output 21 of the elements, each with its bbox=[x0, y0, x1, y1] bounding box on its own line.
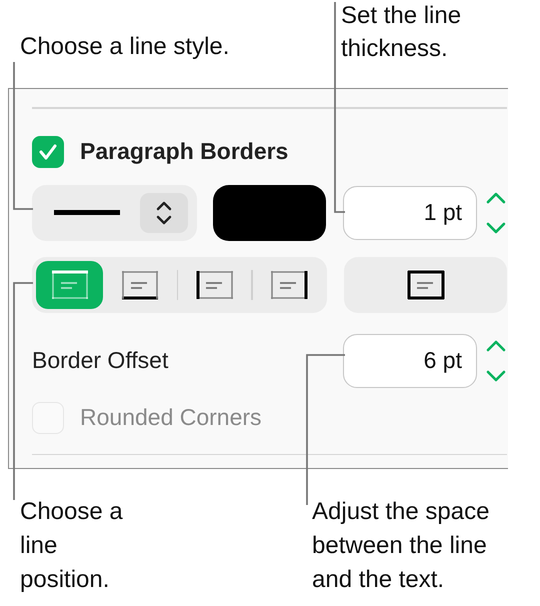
outline-button[interactable] bbox=[344, 256, 507, 312]
border-icon bbox=[270, 270, 308, 300]
checkbox[interactable] bbox=[32, 136, 64, 168]
section-title: Paragraph Borders bbox=[80, 138, 288, 165]
border-icon bbox=[196, 270, 234, 300]
border-icon bbox=[406, 270, 444, 300]
offset-label: Border Offset bbox=[32, 347, 170, 374]
chevron-updown-icon[interactable] bbox=[154, 200, 172, 226]
callout-text: Choose a line position. bbox=[20, 497, 124, 595]
callout-text: Set the line thickness. bbox=[341, 1, 462, 64]
border-icon bbox=[120, 270, 159, 300]
callout-text: Choose a line style. bbox=[20, 32, 230, 62]
callout-text: Adjust the space between the line and the text. bbox=[312, 497, 490, 595]
border-icon bbox=[50, 270, 89, 300]
checkmark-icon bbox=[38, 142, 58, 160]
offset-field[interactable]: 6 pt bbox=[343, 334, 477, 388]
thickness-field[interactable]: 1 pt bbox=[343, 186, 478, 240]
line-sample-icon bbox=[54, 210, 120, 216]
line-style-dropdown[interactable] bbox=[32, 184, 196, 240]
color-well[interactable] bbox=[212, 184, 326, 240]
checkbox-label: Rounded Corners bbox=[80, 404, 262, 431]
